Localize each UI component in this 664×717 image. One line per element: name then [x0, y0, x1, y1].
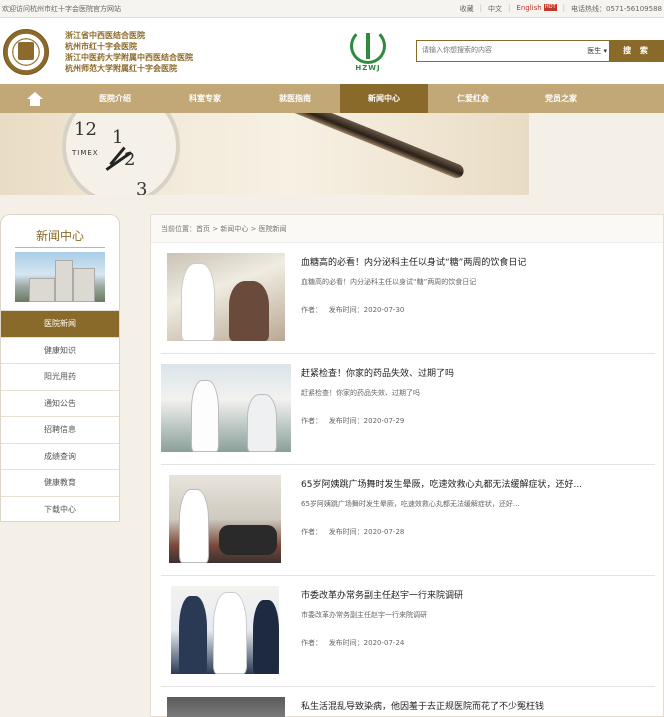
news-date: 发布时间：2020-07-30 [328, 306, 405, 314]
favorite-link[interactable]: 收藏 [460, 4, 474, 14]
hot-badge: HOT [543, 4, 557, 11]
home-button[interactable] [0, 84, 70, 113]
clock-brand: TIMEX [72, 149, 99, 157]
news-author: 作者： [301, 417, 322, 425]
breadcrumb: 当前位置：首页 > 新闻中心 > 医院新闻 [151, 215, 663, 243]
news-date: 发布时间：2020-07-28 [328, 528, 405, 536]
english-link[interactable]: English HOT [516, 4, 557, 14]
news-title-link[interactable]: 65岁阿姨跳广场舞时发生晕厥，吃速效救心丸都无法缓解症状，还好... [301, 477, 611, 490]
hospital-name-1: 浙江省中西医结合医院 [65, 31, 145, 40]
news-author: 作者： [301, 528, 322, 536]
banner-image: 12 1 2 3 TIMEX [0, 113, 529, 195]
nav-item-about[interactable]: 医院介绍 [70, 84, 160, 113]
news-thumbnail[interactable] [167, 697, 285, 717]
news-title-link[interactable]: 血糖高的必看！内分泌科主任以身试“糖”两周的饮食日记 [301, 255, 611, 268]
clock-image: 12 1 2 3 TIMEX [62, 113, 180, 195]
sidebar-item-health-education[interactable]: 健康教育 [1, 469, 119, 496]
hospital-logo-icon[interactable] [3, 29, 49, 75]
news-item: 赶紧检查！你家的药品失效、过期了吗 赶紧检查！你家的药品失效、过期了吗 作者： … [161, 354, 655, 465]
chinese-link[interactable]: 中文 [488, 4, 502, 14]
hospital-building-photo [15, 252, 105, 302]
emblem-text: HZWJ [355, 64, 381, 72]
news-title-link[interactable]: 市委改革办常务副主任赵宇一行来院调研 [301, 588, 611, 601]
hospital-name-2: 杭州市红十字会医院 [65, 42, 137, 51]
news-summary: 市委改革办常务副主任赵宇一行来院调研 [301, 611, 427, 619]
news-summary: 65岁阿姨跳广场舞时发生晕厥，吃速效救心丸都无法缓解症状，还好... [301, 500, 520, 508]
sidebar-item-notices[interactable]: 通知公告 [1, 389, 119, 417]
sidebar-item-health-knowledge[interactable]: 健康知识 [1, 336, 119, 364]
separator: | [508, 4, 511, 12]
news-item: 65岁阿姨跳广场舞时发生晕厥，吃速效救心丸都无法缓解症状，还好... 65岁阿姨… [161, 465, 655, 576]
news-meta: 作者： 发布时间：2020-07-29 [301, 416, 404, 426]
welcome-text: 欢迎访问杭州市红十字会医院官方网站 [2, 5, 121, 13]
nav-item-guide[interactable]: 就医指南 [250, 84, 340, 113]
sidebar-item-hospital-news[interactable]: 医院新闻 [1, 310, 119, 337]
news-title-link[interactable]: 私生活混乱导致染病，他因羞于去正规医院而花了不少冤枉钱 [301, 699, 611, 712]
search-box: 医生 ▾ [416, 40, 610, 62]
nav-item-news[interactable]: 新闻中心 [340, 84, 428, 113]
home-icon [27, 91, 43, 106]
news-summary: 赶紧检查！你家的药品失效、过期了吗 [301, 389, 420, 397]
news-date: 发布时间：2020-07-24 [328, 639, 405, 647]
separator: | [479, 4, 483, 12]
pen-image [284, 113, 466, 181]
news-thumbnail[interactable] [169, 475, 281, 563]
search-button[interactable]: 搜 索 [610, 40, 664, 62]
news-content: 当前位置：首页 > 新闻中心 > 医院新闻 血糖高的必看！内分泌科主任以身试“糖… [150, 214, 664, 717]
sidebar: 新闻中心 医院新闻 健康知识 阳光用药 通知公告 招聘信息 成绩查询 健康教育 … [0, 214, 120, 522]
hospital-name-4: 杭州师范大学附属红十字会医院 [65, 64, 177, 73]
sidebar-menu: 医院新闻 健康知识 阳光用药 通知公告 招聘信息 成绩查询 健康教育 下载中心 [1, 310, 119, 522]
news-item: 血糖高的必看！内分泌科主任以身试“糖”两周的饮食日记 血糖高的必看！内分泌科主任… [161, 243, 655, 354]
news-summary: 血糖高的必看！内分泌科主任以身试“糖”两周的饮食日记 [301, 278, 477, 286]
wreath-icon [350, 28, 386, 64]
news-thumbnail[interactable] [171, 586, 279, 674]
news-item: 市委改革办常务副主任赵宇一行来院调研 市委改革办常务副主任赵宇一行来院调研 作者… [161, 576, 655, 687]
nav-item-redcross[interactable]: 仁爱红会 [428, 84, 518, 113]
news-title-link[interactable]: 赶紧检查！你家的药品失效、过期了吗 [301, 366, 611, 379]
sidebar-item-score-query[interactable]: 成绩查询 [1, 442, 119, 470]
search-input[interactable] [422, 46, 572, 54]
hzwj-emblem-icon: HZWJ [346, 28, 390, 76]
main-nav: 医院介绍 科室专家 就医指南 新闻中心 仁爱红会 党员之家 [0, 84, 664, 113]
news-meta: 作者： 发布时间：2020-07-30 [301, 305, 404, 315]
hospital-name-3: 浙江中医药大学附属中西医结合医院 [65, 53, 193, 62]
sidebar-item-sunshine-medication[interactable]: 阳光用药 [1, 363, 119, 390]
news-author: 作者： [301, 306, 322, 314]
top-links: 收藏 | 中文 | English HOT | 电话热线：0571-561095… [460, 4, 662, 14]
sidebar-item-recruitment[interactable]: 招聘信息 [1, 416, 119, 443]
search-category-select[interactable]: 医生 ▾ [587, 46, 607, 56]
news-author: 作者： [301, 639, 322, 647]
sidebar-item-downloads[interactable]: 下载中心 [1, 495, 119, 523]
news-item: 私生活混乱导致染病，他因羞于去正规医院而花了不少冤枉钱 [161, 687, 655, 717]
news-thumbnail[interactable] [161, 364, 291, 452]
news-meta: 作者： 发布时间：2020-07-28 [301, 527, 404, 537]
nav-item-departments[interactable]: 科室专家 [160, 84, 250, 113]
nav-item-party[interactable]: 党员之家 [518, 84, 604, 113]
news-thumbnail[interactable] [167, 253, 285, 341]
sidebar-title: 新闻中心 [15, 227, 105, 248]
top-bar: 欢迎访问杭州市红十字会医院官方网站 收藏 | 中文 | English HOT … [0, 0, 664, 18]
english-label: English [516, 4, 542, 12]
news-date: 发布时间：2020-07-29 [328, 417, 405, 425]
separator: | [562, 4, 566, 12]
hotline-text: 电话热线：0571-56109588 [571, 5, 662, 13]
hospital-names: 浙江省中西医结合医院 杭州市红十字会医院 浙江中医药大学附属中西医结合医院 杭州… [65, 30, 193, 74]
news-meta: 作者： 发布时间：2020-07-24 [301, 638, 404, 648]
